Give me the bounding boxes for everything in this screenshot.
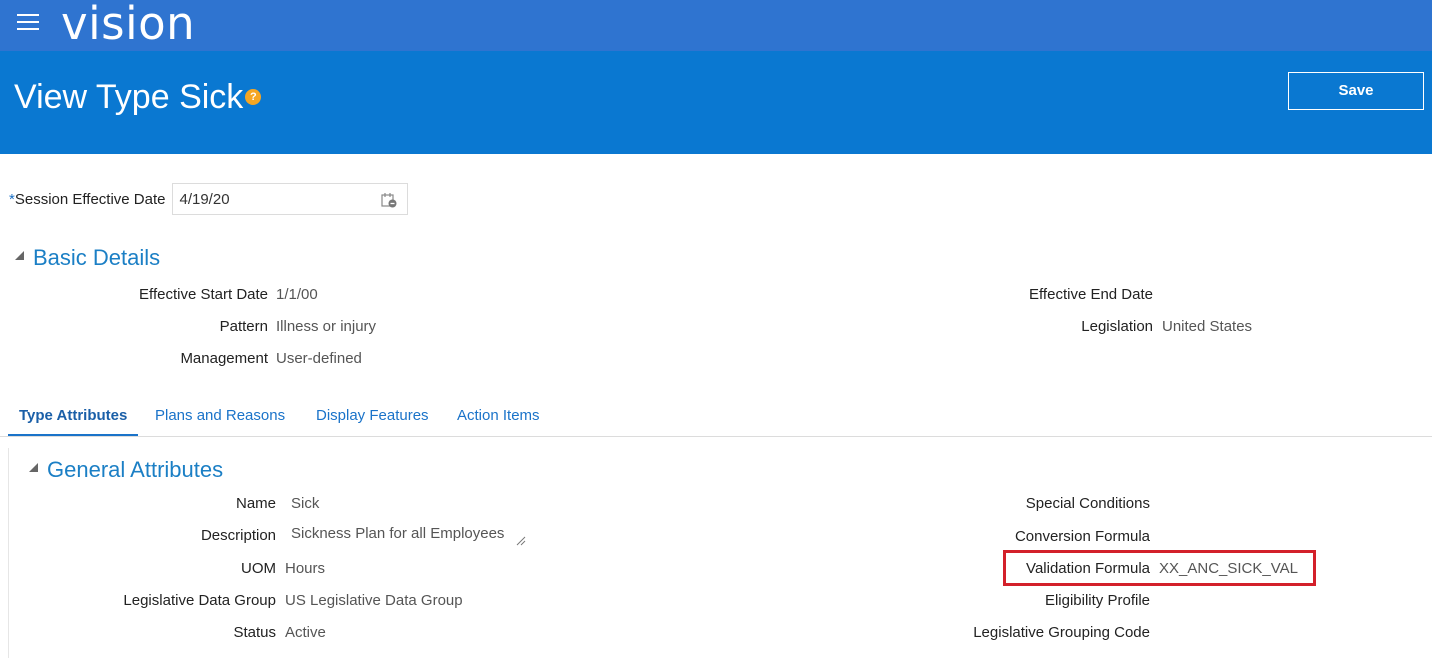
tab-display-features[interactable]: Display Features: [305, 400, 440, 437]
field-value: United States: [1162, 318, 1253, 335]
field-legislation: Legislation United States: [0, 317, 1432, 337]
collapse-triangle-icon[interactable]: [29, 462, 38, 472]
session-date-field[interactable]: [172, 183, 409, 215]
help-icon[interactable]: ?: [245, 89, 262, 106]
field-label: Special Conditions: [1025, 495, 1150, 512]
tab-type-attributes[interactable]: Type Attributes: [8, 400, 139, 437]
field-label: Legislative Grouping Code: [973, 624, 1150, 641]
field-management: Management User-defined: [0, 349, 1432, 369]
tab-plans-and-reasons[interactable]: Plans and Reasons: [144, 400, 296, 437]
save-button[interactable]: Save: [1288, 72, 1424, 110]
field-label: Management: [180, 350, 268, 367]
field-label: Effective End Date: [1029, 286, 1153, 303]
brand-logo[interactable]: vision: [61, 0, 195, 50]
page-title-text: View Type Sick: [14, 78, 244, 116]
page-title: View Type Sick?: [14, 78, 262, 117]
field-eligibility-profile: Eligibility Profile: [0, 591, 1432, 611]
general-attributes-header[interactable]: General Attributes: [29, 457, 223, 483]
page-header: View Type Sick? Save: [0, 51, 1432, 154]
validation-formula-highlight: [1003, 550, 1316, 586]
menu-icon[interactable]: [17, 14, 39, 32]
session-effective-date-row: * Session Effective Date: [9, 183, 409, 215]
field-value: User-defined: [276, 350, 362, 367]
tab-action-items[interactable]: Action Items: [446, 400, 551, 437]
collapse-triangle-icon[interactable]: [15, 250, 24, 260]
tab-divider: [0, 436, 1432, 437]
field-special-conditions: Special Conditions: [0, 494, 1432, 514]
top-bar: vision: [0, 0, 1432, 51]
field-label: Conversion Formula: [1014, 528, 1150, 545]
basic-details-header[interactable]: Basic Details: [15, 245, 160, 271]
basic-details-title: Basic Details: [33, 245, 161, 270]
session-date-input[interactable]: [173, 184, 364, 214]
field-effective-end-date: Effective End Date: [0, 285, 1432, 305]
field-legislative-grouping-code: Legislative Grouping Code: [0, 623, 1432, 643]
general-attributes-title: General Attributes: [47, 457, 224, 482]
field-label: Legislation: [1081, 318, 1153, 335]
session-date-label: Session Effective Date: [14, 190, 166, 208]
field-conversion-formula: Conversion Formula: [0, 527, 1432, 547]
calendar-icon[interactable]: [381, 192, 397, 208]
field-label: Eligibility Profile: [1044, 592, 1150, 609]
